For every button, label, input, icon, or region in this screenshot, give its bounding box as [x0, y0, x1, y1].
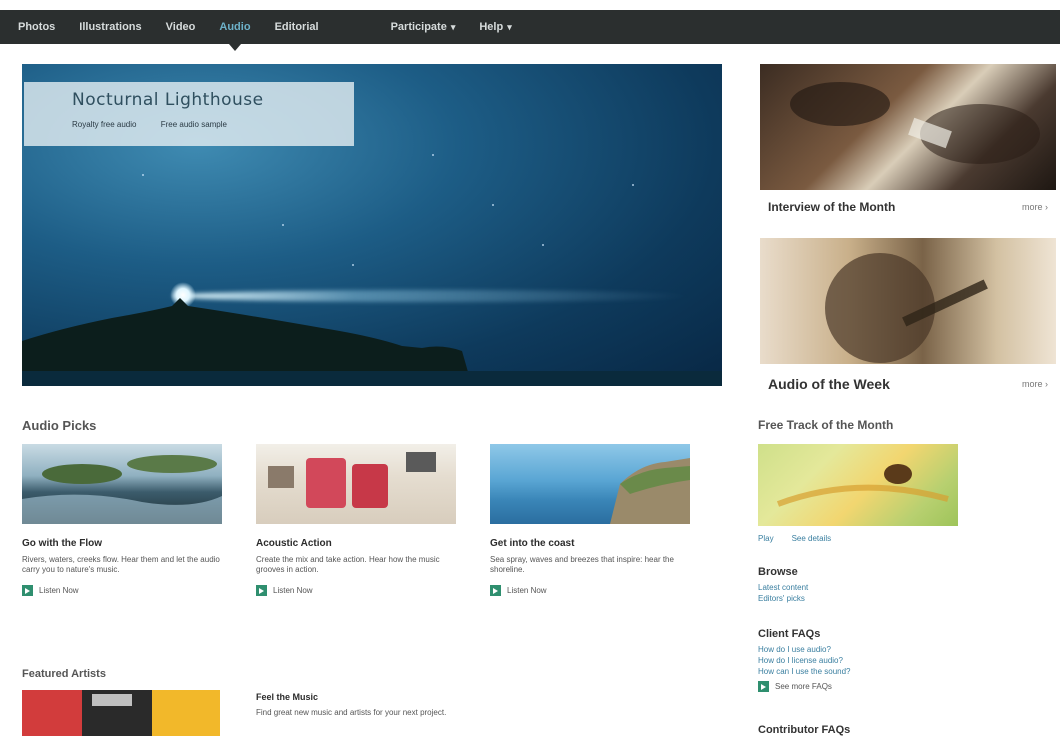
featured-item-title[interactable]: Feel the Music — [256, 692, 318, 702]
hero-title: Nocturnal Lighthouse — [72, 90, 264, 110]
client-faqs-title: Client FAQs — [758, 628, 821, 640]
nav-audio[interactable]: Audio — [207, 10, 262, 51]
pick-description: Rivers, waters, creeks flow. Hear them a… — [22, 555, 220, 574]
browse-link-picks[interactable]: Editors' picks — [758, 593, 1054, 604]
listen-now-button[interactable]: Listen Now — [490, 585, 690, 596]
free-track-image[interactable] — [758, 444, 958, 526]
audio-week-image[interactable] — [760, 238, 1056, 364]
free-track-details-link[interactable]: See details — [792, 534, 832, 543]
listen-now-button[interactable]: Listen Now — [256, 585, 456, 596]
pick-thumbnail[interactable] — [256, 444, 456, 524]
featured-image[interactable] — [22, 690, 220, 736]
browse-section: Browse Latest content Editors' picks — [758, 566, 1054, 604]
interview-title[interactable]: Interview of the Month — [768, 200, 895, 214]
pick-title[interactable]: Get into the coast — [490, 538, 690, 549]
chevron-down-icon: ▾ — [507, 22, 512, 32]
chevron-down-icon: ▾ — [450, 22, 456, 32]
free-track-photo — [776, 464, 949, 507]
audio-week-more-link[interactable]: more › — [1022, 379, 1048, 389]
audio-week-card[interactable]: Audio of the Week more › — [760, 238, 1056, 404]
audio-week-title[interactable]: Audio of the Week — [768, 376, 890, 392]
contributor-faqs-section: Contributor FAQs — [758, 724, 1054, 736]
interview-photo — [790, 82, 1040, 164]
play-icon — [490, 585, 501, 596]
audio-pick-card[interactable]: Go with the Flow Rivers, waters, creeks … — [22, 444, 222, 596]
interview-image[interactable] — [760, 64, 1056, 190]
river-photo — [22, 455, 222, 524]
interview-more-link[interactable]: more › — [1022, 202, 1048, 212]
hero-caption: Nocturnal Lighthouse Royalty free audio … — [24, 82, 354, 146]
coast-photo — [610, 458, 690, 524]
nav-editorial[interactable]: Editorial — [263, 10, 331, 44]
free-track-section: Free Track of the Month Play See details — [758, 418, 1054, 543]
hero-link-royalty[interactable]: Royalty free audio — [72, 120, 136, 129]
hero-links: Royalty free audio Free audio sample — [72, 120, 249, 129]
acoustic-photo — [268, 452, 436, 508]
pick-description: Sea spray, waves and breezes that inspir… — [490, 555, 674, 574]
browse-link-latest[interactable]: Latest content — [758, 582, 1054, 593]
pick-title[interactable]: Acoustic Action — [256, 538, 456, 549]
contributor-faqs-title: Contributor FAQs — [758, 724, 851, 736]
nav-illustrations[interactable]: Illustrations — [67, 10, 153, 44]
nav-photos[interactable]: Photos — [0, 10, 67, 44]
listen-now-button[interactable]: Listen Now — [22, 585, 222, 596]
nav-participate[interactable]: Participate ▾ — [379, 10, 468, 44]
audio-pick-card[interactable]: Acoustic Action Create the mix and take … — [256, 444, 456, 596]
audio-picks-title: Audio Picks — [22, 418, 97, 433]
free-track-title: Free Track of the Month — [758, 418, 894, 432]
faq-link-3[interactable]: How can I use the sound? — [758, 666, 1054, 677]
nav-video[interactable]: Video — [154, 10, 208, 44]
pick-title[interactable]: Go with the Flow — [22, 538, 222, 549]
pick-description: Create the mix and take action. Hear how… — [256, 555, 440, 574]
free-track-play-link[interactable]: Play — [758, 534, 774, 543]
hero-landscape — [22, 298, 722, 386]
browse-title: Browse — [758, 566, 798, 578]
nav-help[interactable]: Help ▾ — [467, 10, 523, 44]
featured-artists-title: Featured Artists — [22, 668, 106, 680]
play-icon — [256, 585, 267, 596]
hero-link-sample[interactable]: Free audio sample — [161, 120, 227, 129]
client-faqs-section: Client FAQs How do I use audio? How do I… — [758, 628, 1054, 692]
see-more-faqs[interactable]: See more FAQs — [758, 681, 1054, 692]
play-icon — [758, 681, 769, 692]
play-icon — [22, 585, 33, 596]
featured-item-desc: Find great new music and artists for you… — [256, 708, 447, 717]
audio-week-photo — [825, 253, 988, 363]
pick-thumbnail[interactable] — [22, 444, 222, 524]
interview-card[interactable]: Interview of the Month more › — [760, 64, 1056, 224]
featured-photo — [22, 690, 220, 736]
faq-link-1[interactable]: How do I use audio? — [758, 644, 1054, 655]
main-nav: Photos Illustrations Video Audio Editori… — [0, 10, 524, 51]
faq-link-2[interactable]: How do I license audio? — [758, 655, 1054, 666]
pick-thumbnail[interactable] — [490, 444, 690, 524]
audio-pick-card[interactable]: Get into the coast Sea spray, waves and … — [490, 444, 690, 596]
top-nav-bar: Photos Illustrations Video Audio Editori… — [0, 10, 1060, 51]
